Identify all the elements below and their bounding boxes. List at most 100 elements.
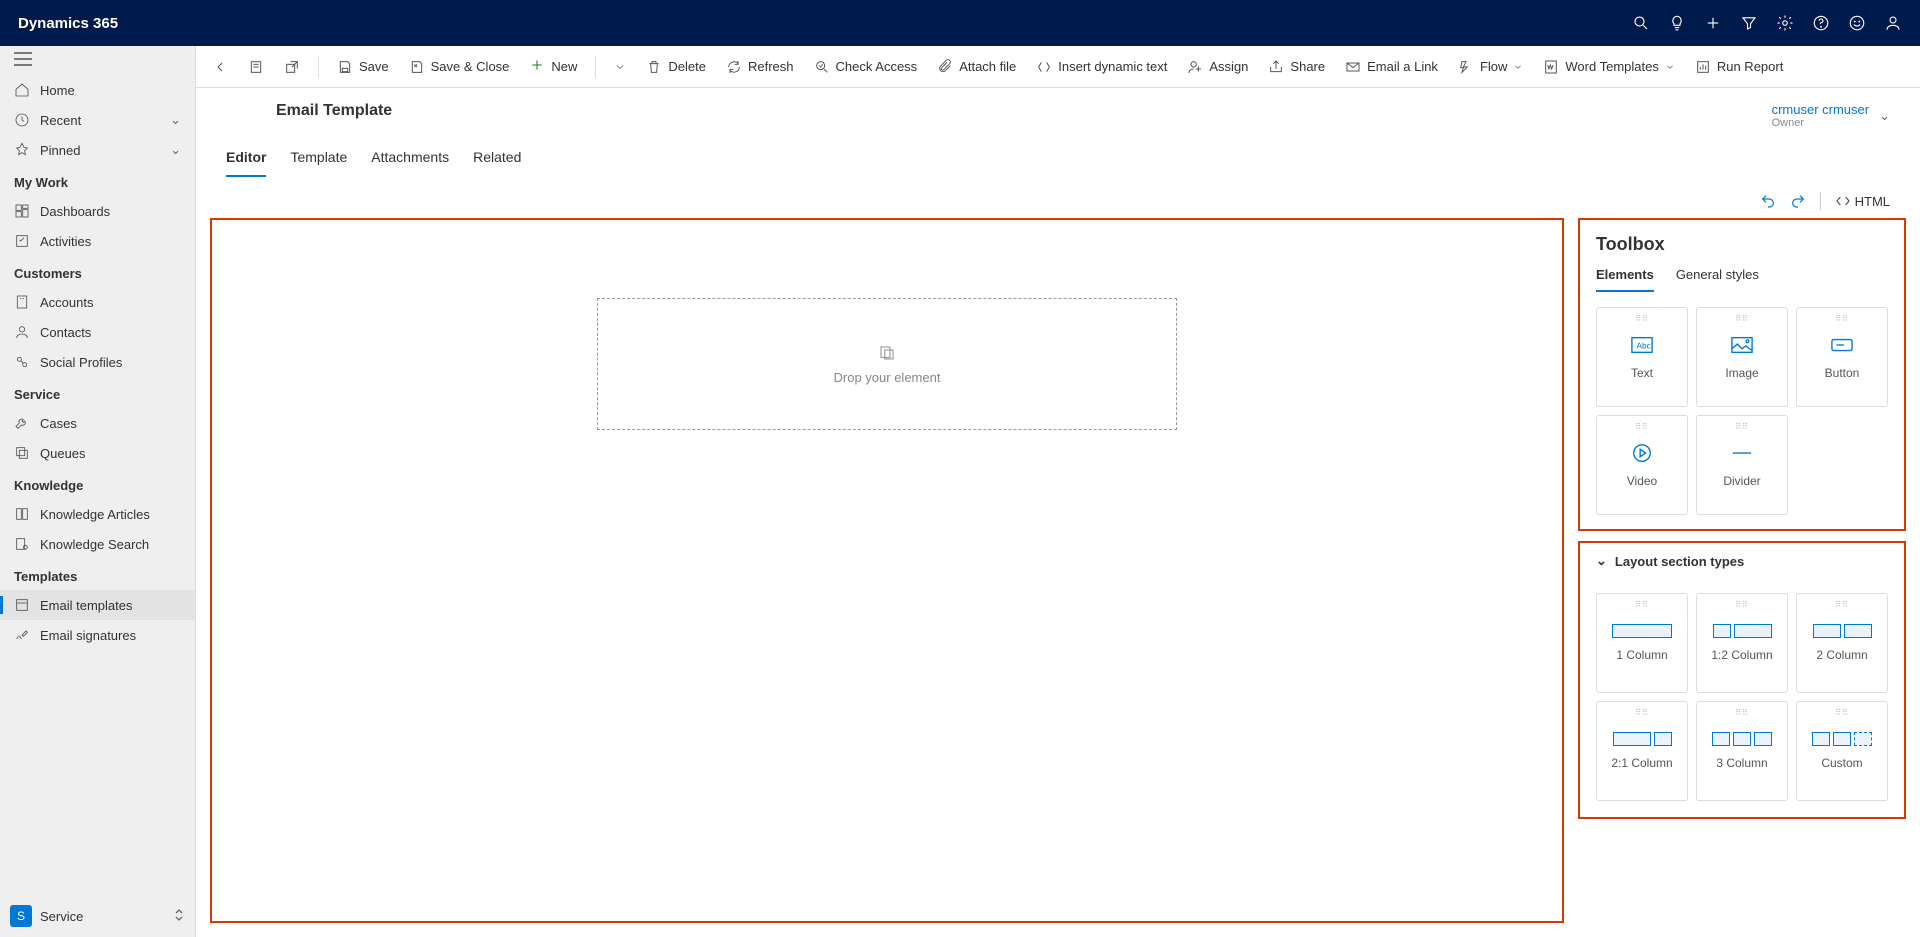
check-access-button[interactable]: Check Access: [806, 55, 926, 79]
layout-1col[interactable]: ⠿⠿ 1 Column: [1596, 593, 1688, 693]
brand: Dynamics 365: [18, 15, 118, 32]
toolbox-title: Toolbox: [1596, 234, 1888, 267]
editor-canvas[interactable]: Drop your element: [210, 218, 1564, 923]
layout-3col[interactable]: ⠿⠿ 3 Column: [1696, 701, 1788, 801]
nav-label: Dashboards: [40, 204, 110, 219]
form-tabs: Editor Template Attachments Related: [196, 129, 1920, 178]
email-link-button[interactable]: Email a Link: [1337, 55, 1446, 79]
nav-label: Knowledge Search: [40, 537, 149, 552]
nav-home[interactable]: Home: [0, 75, 195, 105]
share-button[interactable]: Share: [1260, 55, 1333, 79]
queue-icon: [14, 445, 30, 461]
toolbox: Toolbox Elements General styles ⠿⠿ Abc T…: [1578, 218, 1906, 531]
layout-label: 3 Column: [1716, 756, 1767, 770]
tool-image[interactable]: ⠿⠿ Image: [1696, 307, 1788, 407]
tool-label: Video: [1627, 474, 1657, 488]
grip-icon: ⠿⠿: [1635, 422, 1649, 431]
tab-attachments[interactable]: Attachments: [371, 149, 449, 177]
plus-icon[interactable]: [1704, 14, 1722, 32]
tab-template[interactable]: Template: [290, 149, 347, 177]
gear-icon[interactable]: [1776, 14, 1794, 32]
group-mywork: My Work: [0, 165, 195, 196]
book-icon: [14, 506, 30, 522]
search-icon[interactable]: [1632, 14, 1650, 32]
nav-social[interactable]: Social Profiles: [0, 347, 195, 377]
html-button[interactable]: HTML: [1835, 193, 1890, 209]
new-dropdown[interactable]: [606, 57, 634, 77]
lightbulb-icon[interactable]: [1668, 14, 1686, 32]
open-button[interactable]: [276, 55, 308, 79]
nav-cases[interactable]: Cases: [0, 408, 195, 438]
filter-icon[interactable]: [1740, 14, 1758, 32]
nav-activities[interactable]: Activities: [0, 226, 195, 256]
tab-editor[interactable]: Editor: [226, 149, 266, 177]
tool-button[interactable]: ⠿⠿ Button: [1796, 307, 1888, 407]
word-templates-button[interactable]: Word Templates: [1535, 55, 1682, 79]
redo-button[interactable]: [1790, 193, 1806, 209]
layout-custom[interactable]: ⠿⠿ Custom: [1796, 701, 1888, 801]
nav-accounts[interactable]: Accounts: [0, 287, 195, 317]
nav-label: Recent: [40, 113, 81, 128]
back-button[interactable]: [204, 55, 236, 79]
nav-karticles[interactable]: Knowledge Articles: [0, 499, 195, 529]
tool-divider[interactable]: ⠿⠿ Divider: [1696, 415, 1788, 515]
toolbox-tab-styles[interactable]: General styles: [1676, 267, 1759, 292]
tab-related[interactable]: Related: [473, 149, 521, 177]
layout-label: 2 Column: [1816, 648, 1867, 662]
grip-icon: ⠿⠿: [1735, 422, 1749, 431]
clock-icon: [14, 112, 30, 128]
attach-file-button[interactable]: Attach file: [929, 55, 1024, 79]
person-icon[interactable]: [1884, 14, 1902, 32]
nav-recent[interactable]: Recent ⌄: [0, 105, 195, 135]
layout-label: 2:1 Column: [1611, 756, 1672, 770]
smile-icon[interactable]: [1848, 14, 1866, 32]
nav-emailsignatures[interactable]: Email signatures: [0, 620, 195, 650]
save-button[interactable]: Save: [329, 55, 397, 79]
nav-ksearch[interactable]: Knowledge Search: [0, 529, 195, 559]
nav-queues[interactable]: Queues: [0, 438, 195, 468]
sidebar: Home Recent ⌄ Pinned ⌄ My Work Dashboard…: [0, 46, 196, 937]
building-icon: [14, 294, 30, 310]
list-button[interactable]: [240, 55, 272, 79]
flow-button[interactable]: Flow: [1450, 55, 1531, 79]
app-tile: S: [10, 905, 32, 927]
menu-toggle[interactable]: [0, 46, 195, 75]
tool-video[interactable]: ⠿⠿ Video: [1596, 415, 1688, 515]
app-name: Service: [40, 909, 83, 924]
assign-button[interactable]: Assign: [1179, 55, 1256, 79]
owner-link[interactable]: crmuser crmuser: [1772, 102, 1870, 117]
image-icon: [1731, 334, 1753, 356]
signature-icon: [14, 627, 30, 643]
wrench-icon: [14, 415, 30, 431]
insert-dynamic-text-button[interactable]: Insert dynamic text: [1028, 55, 1175, 79]
refresh-button[interactable]: Refresh: [718, 55, 802, 79]
help-icon[interactable]: [1812, 14, 1830, 32]
dropzone[interactable]: Drop your element: [597, 298, 1177, 430]
app-switcher[interactable]: S Service: [0, 895, 195, 937]
run-report-button[interactable]: Run Report: [1687, 55, 1791, 79]
group-service: Service: [0, 377, 195, 408]
divider-icon: [1731, 442, 1753, 464]
new-button[interactable]: New: [521, 53, 585, 80]
toolbox-tab-elements[interactable]: Elements: [1596, 267, 1654, 292]
save-close-button[interactable]: Save & Close: [401, 55, 518, 79]
tool-label: Button: [1825, 366, 1860, 380]
chevron-down-icon[interactable]: ⌄: [1879, 108, 1890, 124]
undo-button[interactable]: [1760, 193, 1776, 209]
nav-label: Email templates: [40, 598, 132, 613]
tool-text[interactable]: ⠿⠿ Abc Text: [1596, 307, 1688, 407]
layout-12col[interactable]: ⠿⠿ 1:2 Column: [1696, 593, 1788, 693]
nav-contacts[interactable]: Contacts: [0, 317, 195, 347]
social-icon: [14, 354, 30, 370]
nav-label: Activities: [40, 234, 91, 249]
nav-emailtemplates[interactable]: Email templates: [0, 590, 195, 620]
contact-icon: [14, 324, 30, 340]
nav-dashboards[interactable]: Dashboards: [0, 196, 195, 226]
grip-icon: ⠿⠿: [1735, 314, 1749, 323]
nav-pinned[interactable]: Pinned ⌄: [0, 135, 195, 165]
layout-2col[interactable]: ⠿⠿ 2 Column: [1796, 593, 1888, 693]
sections-header[interactable]: ⌄ Layout section types: [1596, 553, 1888, 579]
layout-21col[interactable]: ⠿⠿ 2:1 Column: [1596, 701, 1688, 801]
nav-label: Queues: [40, 446, 86, 461]
delete-button[interactable]: Delete: [638, 55, 714, 79]
